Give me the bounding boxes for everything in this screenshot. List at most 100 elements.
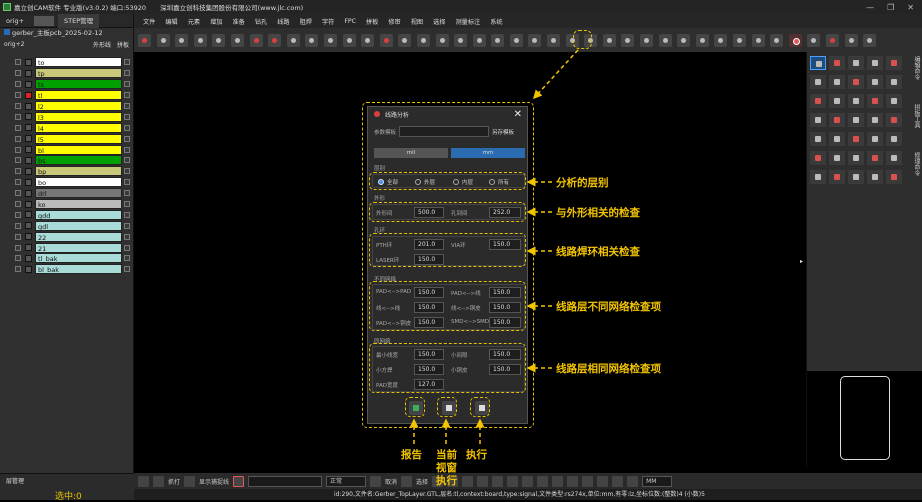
tool-icon[interactable] (733, 33, 746, 47)
edit-command-icon[interactable] (810, 151, 826, 165)
layer-flip-checkbox[interactable] (124, 266, 130, 273)
project-node[interactable]: gerber_主板pcb_2025-02-12 (0, 28, 133, 39)
tool-icon[interactable] (621, 33, 635, 47)
layer-color-swatch[interactable] (25, 135, 32, 143)
tool-icon[interactable] (193, 33, 207, 47)
edit-command-icon[interactable] (848, 94, 864, 108)
edit-command-icon[interactable] (848, 132, 864, 146)
layer-visible-checkbox[interactable] (15, 201, 21, 208)
layer-visible-checkbox[interactable] (15, 244, 21, 251)
tool-icon[interactable] (286, 33, 300, 47)
layer-color-swatch[interactable] (25, 113, 32, 121)
layer-color-swatch[interactable] (25, 91, 32, 99)
edit-command-icon[interactable] (886, 132, 902, 146)
edit-command-icon[interactable] (848, 113, 864, 127)
layer-visible-checkbox[interactable] (15, 59, 21, 66)
layer-flip-checkbox[interactable] (124, 211, 130, 218)
layer-color-swatch[interactable] (25, 244, 32, 252)
close-window-button[interactable]: ✕ (907, 3, 914, 12)
edit-command-icon[interactable] (829, 132, 845, 146)
layer-flip-checkbox[interactable] (124, 103, 130, 109)
layer-color-swatch[interactable] (25, 178, 32, 186)
layer-visible-checkbox[interactable] (15, 135, 21, 142)
tool-icon-7[interactable] (522, 475, 534, 487)
menu-item[interactable]: 线路 (272, 17, 294, 26)
edit-command-icon[interactable] (886, 170, 902, 184)
tool-icon[interactable] (491, 33, 505, 47)
layer-manager-button[interactable]: 层管理 (6, 476, 24, 485)
menu-item[interactable]: 修审 (383, 17, 405, 26)
layer-row[interactable]: bp (0, 166, 134, 177)
layer-row[interactable]: tp (0, 68, 134, 79)
layer-flip-checkbox[interactable] (124, 135, 130, 142)
edit-command-icon[interactable] (848, 170, 864, 184)
layer-color-swatch[interactable] (25, 156, 32, 164)
minimize-button[interactable]: — (866, 3, 874, 12)
tool-icon[interactable] (156, 33, 170, 47)
snap-target-icon[interactable] (233, 475, 245, 487)
tool-icon-14[interactable] (627, 475, 639, 487)
flip-header[interactable]: 拼板 (117, 40, 129, 49)
layer-visible-checkbox[interactable] (15, 179, 21, 186)
tool-icon[interactable] (509, 33, 523, 47)
layer-flip-checkbox[interactable] (124, 157, 130, 164)
prev-arrow-icon[interactable] (138, 475, 149, 487)
layer-flip-checkbox[interactable] (124, 124, 130, 131)
layer-row[interactable]: l5 (0, 133, 134, 144)
tool-icon-10[interactable] (567, 475, 579, 487)
menu-item[interactable]: 字符 (317, 17, 339, 26)
tool-icon-5[interactable] (492, 475, 504, 487)
layer-row[interactable]: to (0, 57, 134, 68)
layer-flip-checkbox[interactable] (124, 255, 130, 262)
layer-flip-checkbox[interactable] (124, 179, 130, 186)
layer-visible-checkbox[interactable] (15, 222, 21, 229)
edit-command-icon[interactable] (810, 132, 826, 146)
menu-item[interactable]: 系统 (485, 17, 507, 26)
layer-visible-checkbox[interactable] (15, 92, 21, 99)
layer-flip-checkbox[interactable] (124, 190, 130, 197)
tool-icon-9[interactable] (552, 475, 564, 487)
edit-command-icon[interactable] (867, 151, 883, 165)
edit-command-icon[interactable] (848, 75, 864, 89)
tab-edit-commands[interactable]: 编辑命令 (910, 56, 920, 80)
tool-icon[interactable] (416, 33, 430, 47)
edit-command-icon[interactable] (848, 151, 864, 165)
menu-item[interactable]: 元素 (183, 17, 205, 26)
tool-icon[interactable] (138, 33, 151, 47)
tool-icon[interactable] (640, 33, 654, 47)
layer-row[interactable]: tl_bak (0, 253, 134, 264)
maximize-button[interactable]: ❐ (887, 3, 894, 12)
layer-row[interactable]: ko (0, 199, 134, 210)
layer-flip-checkbox[interactable] (124, 233, 130, 240)
tool-icon-13[interactable] (612, 475, 624, 487)
tool-icon[interactable] (844, 33, 858, 47)
layer-color-swatch[interactable] (25, 102, 32, 110)
edit-command-icon[interactable] (810, 113, 826, 127)
next-arrow-icon[interactable] (153, 475, 164, 487)
unit-dropdown[interactable]: MM (642, 475, 673, 487)
edit-command-icon[interactable] (829, 113, 845, 127)
menu-item[interactable]: 视图 (406, 17, 428, 26)
tool-icon[interactable] (807, 33, 821, 47)
tool-icon-8[interactable] (537, 475, 549, 487)
layer-visible-checkbox[interactable] (15, 81, 21, 88)
edit-command-icon[interactable] (829, 151, 845, 165)
snap-icon[interactable] (184, 475, 196, 487)
layer-row[interactable]: 22 (0, 231, 134, 242)
layer-visible-checkbox[interactable] (15, 211, 21, 218)
layer-color-swatch[interactable] (25, 222, 32, 230)
tool-icon-4[interactable] (477, 475, 489, 487)
layer-color-swatch[interactable] (25, 233, 32, 241)
layer-flip-checkbox[interactable] (124, 244, 130, 251)
edit-command-icon[interactable] (867, 56, 883, 70)
tool-icon-6[interactable] (507, 475, 519, 487)
layer-visible-checkbox[interactable] (15, 233, 21, 240)
layer-row[interactable]: l2 (0, 101, 134, 112)
layer-visible-checkbox[interactable] (15, 113, 21, 120)
tool-icon[interactable] (398, 33, 412, 47)
tool-icon[interactable] (751, 33, 765, 47)
edit-command-icon[interactable] (886, 56, 902, 70)
layer-visible-checkbox[interactable] (15, 124, 21, 131)
layer-row[interactable]: tl (0, 90, 134, 101)
layer-row[interactable]: ts (0, 79, 134, 90)
